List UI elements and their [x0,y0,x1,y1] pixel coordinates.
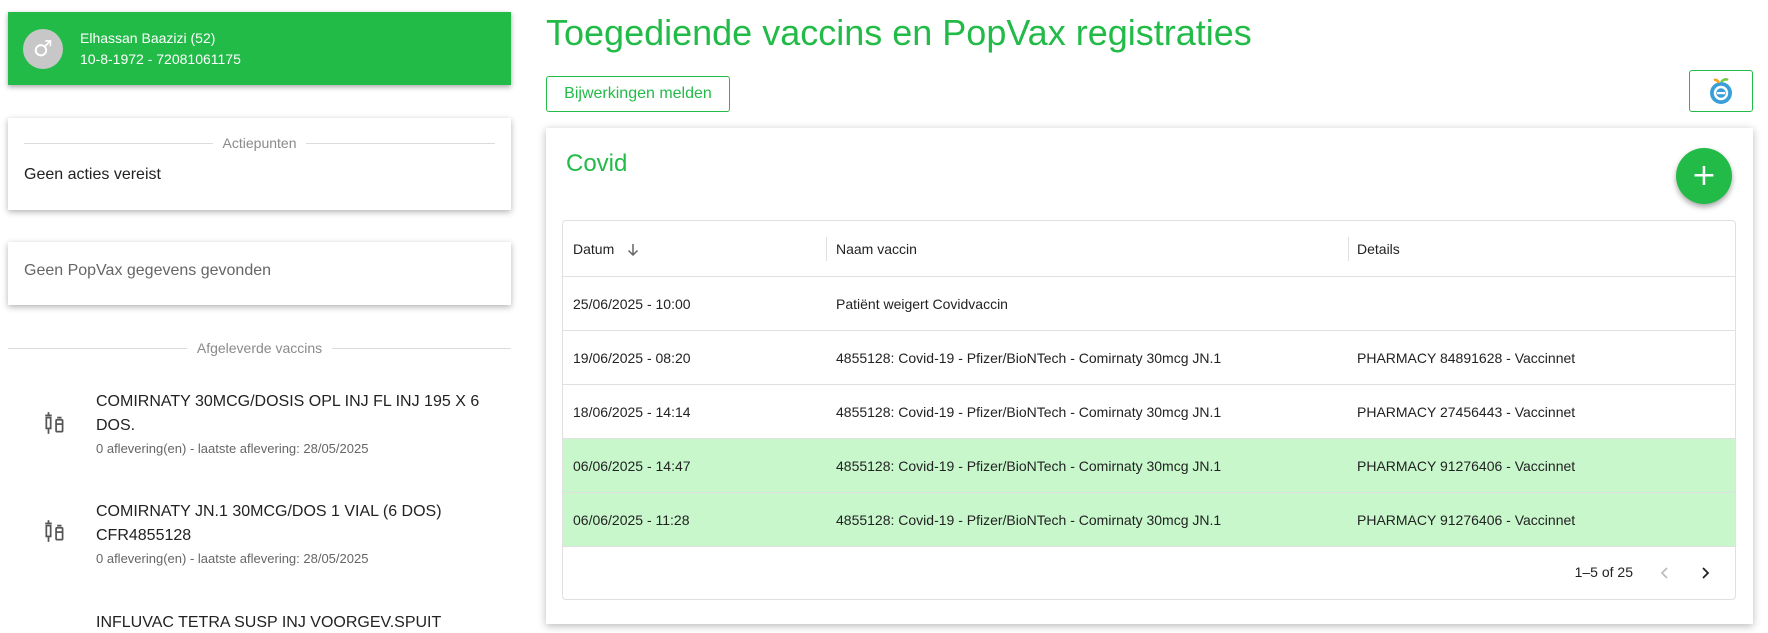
cell-details: PHARMACY 91276406 - Vaccinnet [1357,458,1576,474]
add-vaccination-button[interactable]: + [1676,148,1732,204]
divider [8,347,187,349]
cell-vaccine: Patiënt weigert Covidvaccin [836,296,1008,312]
table-row-highlighted[interactable]: 06/06/2025 - 11:28 4855128: Covid-19 - P… [563,493,1735,547]
column-separator[interactable] [1348,237,1349,261]
delivered-title: Afgeleverde vaccins [196,340,323,356]
table-header: Datum Naam vaccin Details [563,221,1735,277]
cell-vaccine: 4855128: Covid-19 - Pfizer/BioNTech - Co… [836,458,1222,474]
actions-card: Actiepunten Geen acties vereist [8,118,511,210]
vaccination-table: Datum Naam vaccin Details 25/06/2025 - 1… [562,220,1736,600]
previous-page-button[interactable] [1651,559,1679,587]
delivered-vaccine-name: INFLUVAC TETRA SUSP INJ VOORGEV.SPUIT [96,614,442,631]
sort-descending-icon[interactable] [626,243,640,257]
vaccine-vial-icon [45,520,64,542]
column-header-vaccine[interactable]: Naam vaccin [836,221,917,277]
delivered-header: Afgeleverde vaccins [8,340,512,356]
page-title: Toegediende vaccins en PopVax registrati… [546,12,1252,53]
column-header-date[interactable]: Datum [573,221,640,277]
actions-text: Geen acties vereist [24,166,161,183]
cell-vaccine: 4855128: Covid-19 - Pfizer/BioNTech - Co… [836,350,1222,366]
column-header-label: Datum [573,241,615,257]
main-content: Toegediende vaccins en PopVax registrati… [546,0,1768,633]
actions-header: Actiepunten [24,135,496,151]
delivered-vaccine-item[interactable]: COMIRNATY 30MCG/DOSIS OPL INJ FL INJ 195… [8,390,511,480]
cell-vaccine: 4855128: Covid-19 - Pfizer/BioNTech - Co… [836,512,1222,528]
report-side-effects-button[interactable]: Bijwerkingen melden [546,76,730,112]
next-page-button[interactable] [1691,559,1719,587]
cell-date: 06/06/2025 - 11:28 [573,512,690,528]
patient-card[interactable]: ♂ Elhassan Baazizi (52) 10-8-1972 - 7208… [8,12,511,85]
divider [332,347,512,349]
delivered-vaccine-item[interactable]: COMIRNATY JN.1 30MCG/DOS 1 VIAL (6 DOS) … [8,500,511,590]
cell-details: PHARMACY 27456443 - Vaccinnet [1357,404,1576,420]
popvax-text: Geen PopVax gegevens gevonden [24,262,272,279]
column-header-details[interactable]: Details [1357,221,1400,277]
table-row[interactable]: 19/06/2025 - 08:20 4855128: Covid-19 - P… [563,331,1735,385]
chevron-left-icon [1660,567,1668,579]
male-gender-icon: ♂ [23,29,63,69]
delivered-vaccine-info: 0 aflevering(en) - laatste aflevering: 2… [96,551,369,566]
table-row-highlighted[interactable]: 06/06/2025 - 14:47 4855128: Covid-19 - P… [563,439,1735,493]
ehealth-logo-icon [1710,78,1732,104]
cell-date: 18/06/2025 - 14:14 [573,404,691,420]
delivered-vaccine-info: 0 aflevering(en) - laatste aflevering: 2… [96,441,369,456]
covid-title: Covid [566,150,628,177]
popvax-card: Geen PopVax gegevens gevonden [8,242,511,305]
delivered-vaccine-name: COMIRNATY 30MCG/DOSIS OPL INJ FL INJ 195… [96,393,480,434]
covid-card: Covid + Datum Naam vaccin Details 25/06/… [546,128,1753,624]
delivered-vaccine-item[interactable]: INFLUVAC TETRA SUSP INJ VOORGEV.SPUIT [8,611,511,633]
pagination: 1–5 of 25 [563,547,1735,599]
cell-date: 25/06/2025 - 10:00 [573,296,691,312]
cell-date: 19/06/2025 - 08:20 [573,350,691,366]
pagination-range: 1–5 of 25 [1574,564,1633,580]
divider [24,142,213,144]
chevron-right-icon [1702,567,1710,579]
cell-date: 06/06/2025 - 14:47 [573,458,691,474]
actions-title: Actiepunten [222,135,297,151]
patient-dob-id: 10-8-1972 - 72081061175 [80,51,241,67]
cell-details: PHARMACY 91276406 - Vaccinnet [1357,512,1576,528]
vaccine-vial-icon [45,412,64,434]
cell-details: PHARMACY 84891628 - Vaccinnet [1357,350,1576,366]
table-row[interactable]: 25/06/2025 - 10:00 Patiënt weigert Covid… [563,277,1735,331]
ehealth-logo-button[interactable] [1689,70,1753,112]
divider [306,142,496,144]
left-panel: ♂ Elhassan Baazizi (52) 10-8-1972 - 7208… [0,0,520,633]
delivered-vaccine-name: COMIRNATY JN.1 30MCG/DOS 1 VIAL (6 DOS) … [96,503,442,544]
patient-name: Elhassan Baazizi (52) [80,30,216,46]
table-row[interactable]: 18/06/2025 - 14:14 4855128: Covid-19 - P… [563,385,1735,439]
cell-vaccine: 4855128: Covid-19 - Pfizer/BioNTech - Co… [836,404,1222,420]
column-separator[interactable] [826,237,827,261]
